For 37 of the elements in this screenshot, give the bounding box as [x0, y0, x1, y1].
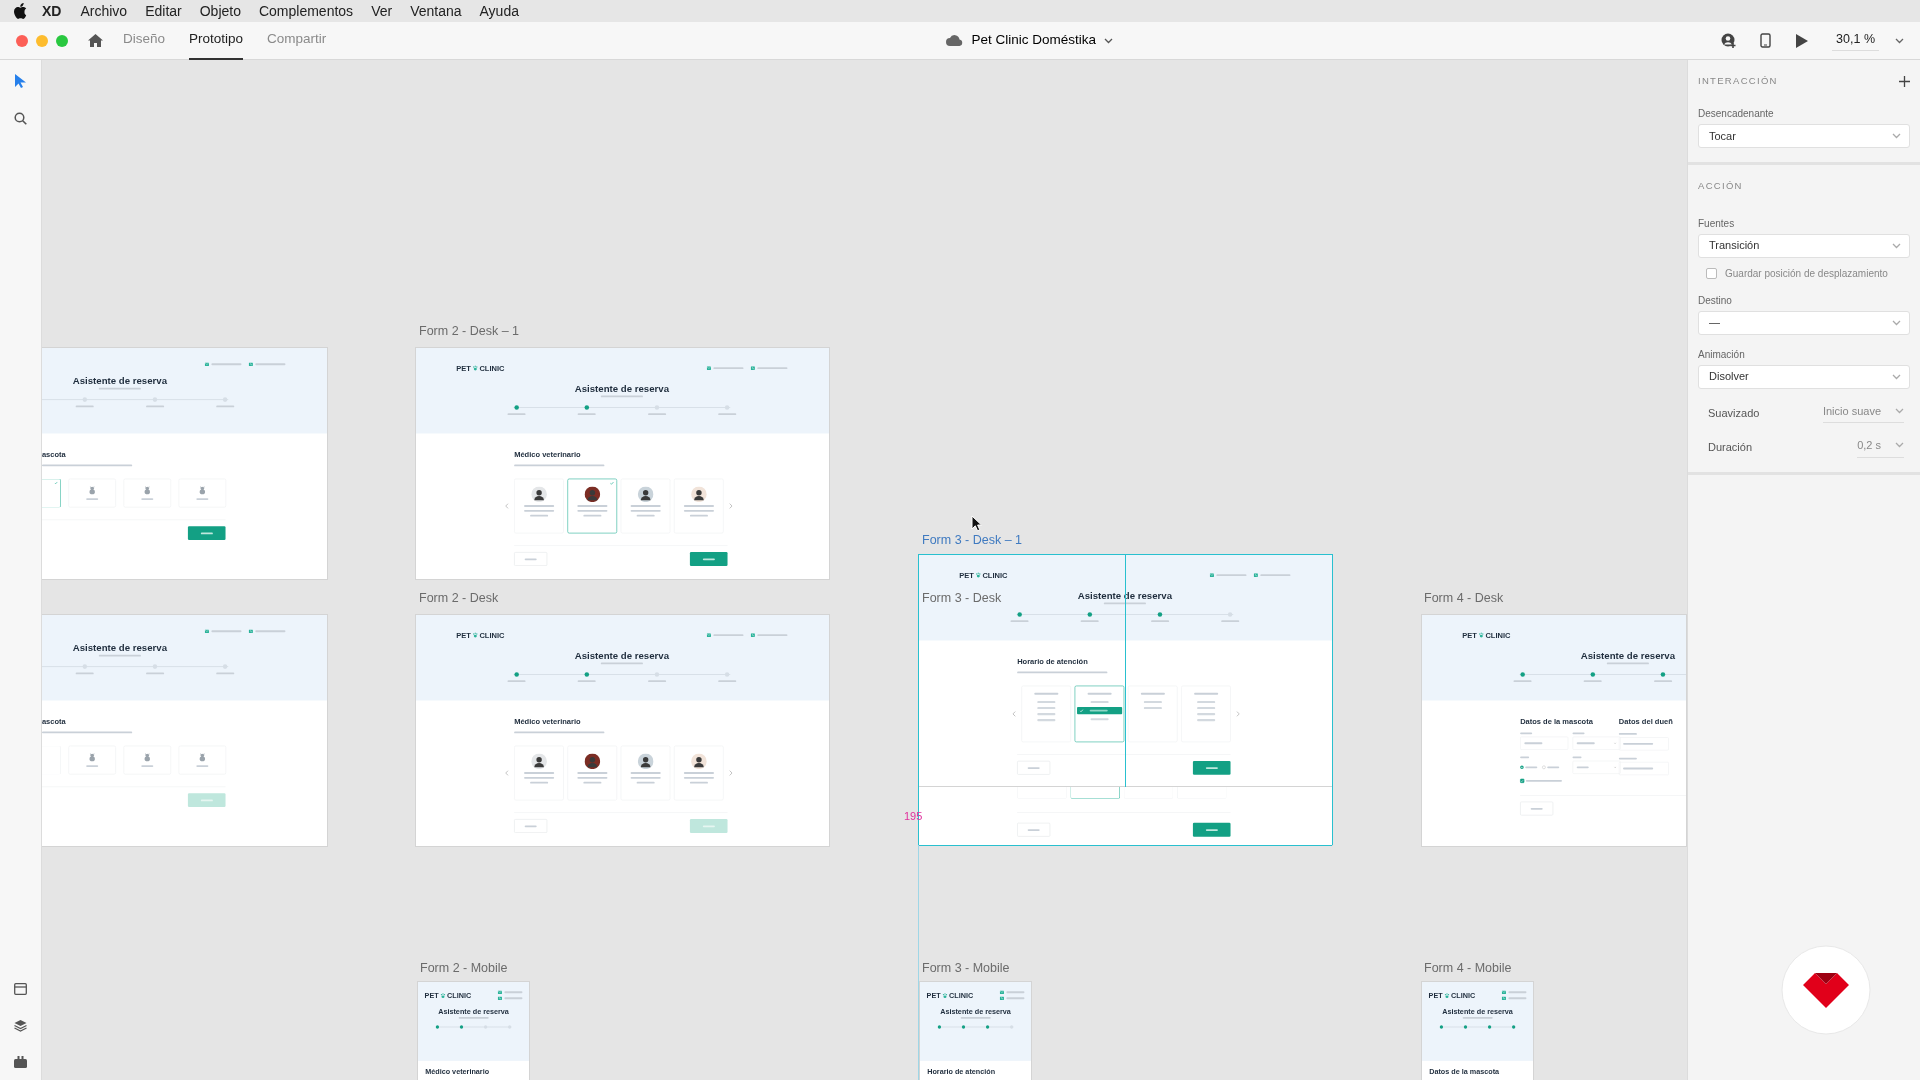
section-title: ACCIÓN	[1698, 179, 1744, 194]
menu-item[interactable]: Ventana	[401, 0, 471, 22]
page-title: Asistente de reserva	[72, 374, 167, 387]
menu-item[interactable]: Editar	[136, 0, 191, 22]
page-title: Asistente de reserva	[1580, 649, 1675, 662]
document-title: Pet Clinic Doméstika	[971, 31, 1096, 50]
section-title: INTERACCIÓN	[1698, 74, 1778, 88]
artboard-label[interactable]: Form 3 - Desk	[922, 591, 1002, 606]
artboard-label[interactable]: Form 4 - Mobile	[1424, 961, 1512, 976]
field-label: Suavizado	[1708, 405, 1760, 421]
artboard-label[interactable]: Form 2 - Desk – 1	[419, 324, 520, 339]
dropdown[interactable]: —	[1698, 310, 1910, 335]
artboard-label[interactable]: Form 2 - Desk	[419, 591, 499, 606]
page-title: Asistente de reserva	[574, 649, 669, 662]
artboard-label[interactable]: Form 3 - Mobile	[922, 961, 1010, 976]
field-label: Animación	[1698, 347, 1746, 362]
app-menu[interactable]: XD	[28, 0, 72, 22]
field-label: Duración	[1708, 440, 1753, 455]
artboard-label[interactable]: Form 4 - Desk	[1424, 591, 1504, 606]
menu-item[interactable]: Ver	[362, 0, 402, 22]
dropdown[interactable]: Tocar	[1698, 124, 1910, 149]
page-title: Asistente de reserva	[574, 382, 669, 395]
menu-item[interactable]: Archivo	[71, 0, 137, 22]
artboard-label[interactable]: Form 3 - Desk – 1	[922, 533, 1023, 548]
dropdown[interactable]: Disolver	[1698, 364, 1910, 389]
dropdown[interactable]: Transición	[1698, 233, 1910, 258]
menu-item[interactable]: Objeto	[190, 0, 250, 22]
menu-item[interactable]: Ayuda	[470, 0, 528, 22]
page-title: Asistente de reserva	[72, 641, 167, 654]
checkbox-label: Guardar posición de desplazamiento	[1725, 266, 1888, 281]
zoom-field[interactable]: 30,1 %	[1832, 30, 1879, 51]
field-label: Fuentes	[1698, 216, 1736, 231]
field-label: Desencadenante	[1698, 107, 1775, 122]
artboard-label[interactable]: Form 2 - Mobile	[420, 961, 508, 976]
field-label: Destino	[1698, 293, 1733, 308]
document-title-button[interactable]: Pet Clinic Doméstika	[946, 30, 1113, 51]
menu-item[interactable]: Complementos	[249, 0, 363, 22]
